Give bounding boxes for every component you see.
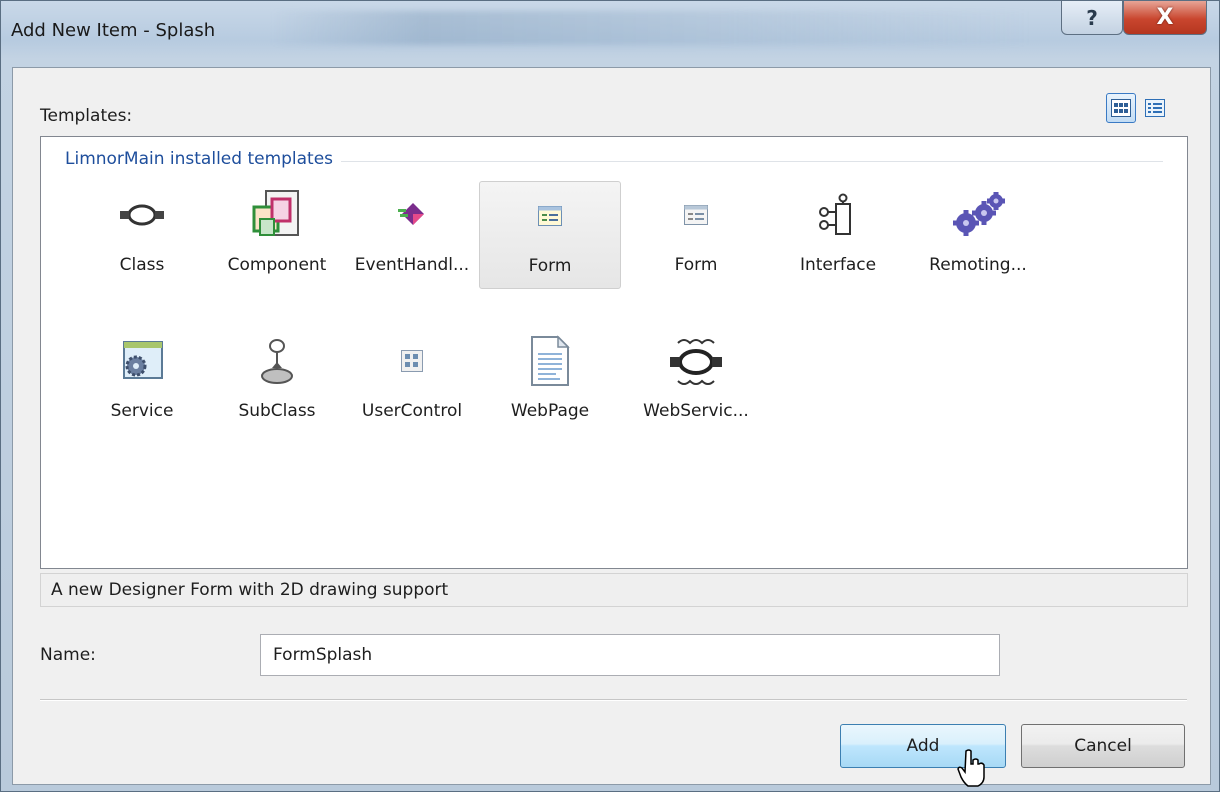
template-class[interactable]: Class xyxy=(71,181,213,289)
title-bar-background xyxy=(271,11,1031,45)
component-icon xyxy=(252,190,299,236)
template-label: WebPage xyxy=(510,401,590,421)
template-label: Form xyxy=(528,256,572,276)
mouse-cursor-icon xyxy=(957,749,985,787)
web-page-icon xyxy=(531,335,570,386)
service-icon xyxy=(123,341,163,379)
close-button[interactable]: X xyxy=(1123,1,1207,35)
name-label: Name: xyxy=(40,645,96,665)
template-webservice[interactable]: WebServic... xyxy=(625,327,767,435)
interface-icon xyxy=(819,193,851,235)
large-icons-view-button[interactable] xyxy=(1106,93,1136,123)
template-webpage[interactable]: WebPage xyxy=(479,327,621,435)
title-bar[interactable]: Add New Item - Splash ? X xyxy=(1,1,1219,67)
template-eventhandler[interactable]: EventHandl... xyxy=(341,181,483,289)
dialog-body: Templates: LimnorMain installed template… xyxy=(12,67,1211,787)
template-usercontrol[interactable]: UserControl xyxy=(341,327,483,435)
form-icon xyxy=(538,206,562,226)
form-icon xyxy=(684,205,708,225)
window-title: Add New Item - Splash xyxy=(11,20,216,41)
remoting-gears-icon xyxy=(953,192,1005,236)
template-label: Form xyxy=(674,255,718,275)
template-label: Class xyxy=(119,255,165,275)
event-handler-icon xyxy=(398,203,424,225)
template-label: Interface xyxy=(799,255,877,275)
small-icons-view-button[interactable] xyxy=(1140,93,1170,123)
view-mode-toggle xyxy=(1106,93,1170,123)
template-label: SubClass xyxy=(238,401,316,421)
cancel-button[interactable]: Cancel xyxy=(1021,724,1185,768)
large-icons-view-icon xyxy=(1111,99,1131,117)
template-form[interactable]: Form xyxy=(625,181,767,289)
divider xyxy=(40,699,1187,701)
template-label: Component xyxy=(227,255,327,275)
template-interface[interactable]: Interface xyxy=(767,181,909,289)
template-service[interactable]: Service xyxy=(71,327,213,435)
template-form-selected[interactable]: Form xyxy=(479,181,621,289)
close-icon: X xyxy=(1156,5,1174,30)
templates-label: Templates: xyxy=(40,106,133,126)
subclass-icon xyxy=(261,339,293,384)
templates-list[interactable]: LimnorMain installed templates Class Com… xyxy=(40,136,1188,569)
template-label: WebServic... xyxy=(643,401,749,421)
user-control-icon xyxy=(401,350,423,372)
template-label: UserControl xyxy=(361,401,463,421)
help-button[interactable]: ? xyxy=(1061,1,1123,35)
template-label: Service xyxy=(110,401,174,421)
template-remoting[interactable]: Remoting... xyxy=(907,181,1049,289)
small-icons-view-icon xyxy=(1145,99,1165,117)
add-new-item-dialog: Add New Item - Splash ? X Templates: Lim… xyxy=(0,0,1220,792)
template-subclass[interactable]: SubClass xyxy=(206,327,348,435)
template-label: Remoting... xyxy=(929,255,1027,275)
help-icon: ? xyxy=(1086,5,1098,30)
web-service-icon xyxy=(670,339,722,385)
class-icon xyxy=(120,204,164,226)
template-label: EventHandl... xyxy=(354,255,470,275)
template-component[interactable]: Component xyxy=(206,181,348,289)
template-description: A new Designer Form with 2D drawing supp… xyxy=(40,573,1188,607)
name-input[interactable] xyxy=(260,634,1000,676)
group-header: LimnorMain installed templates xyxy=(65,149,342,169)
